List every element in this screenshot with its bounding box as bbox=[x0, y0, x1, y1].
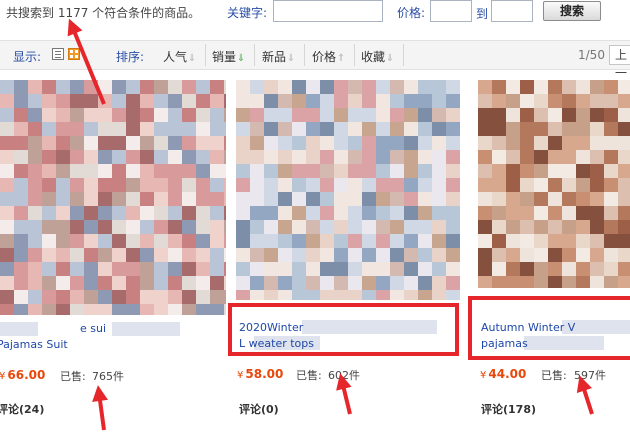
annotation-arrow bbox=[336, 373, 352, 415]
annotation-arrows bbox=[67, 18, 594, 431]
annotation-arrow bbox=[576, 375, 594, 415]
annotation-arrow bbox=[92, 385, 108, 431]
annotation-arrow bbox=[67, 18, 106, 105]
